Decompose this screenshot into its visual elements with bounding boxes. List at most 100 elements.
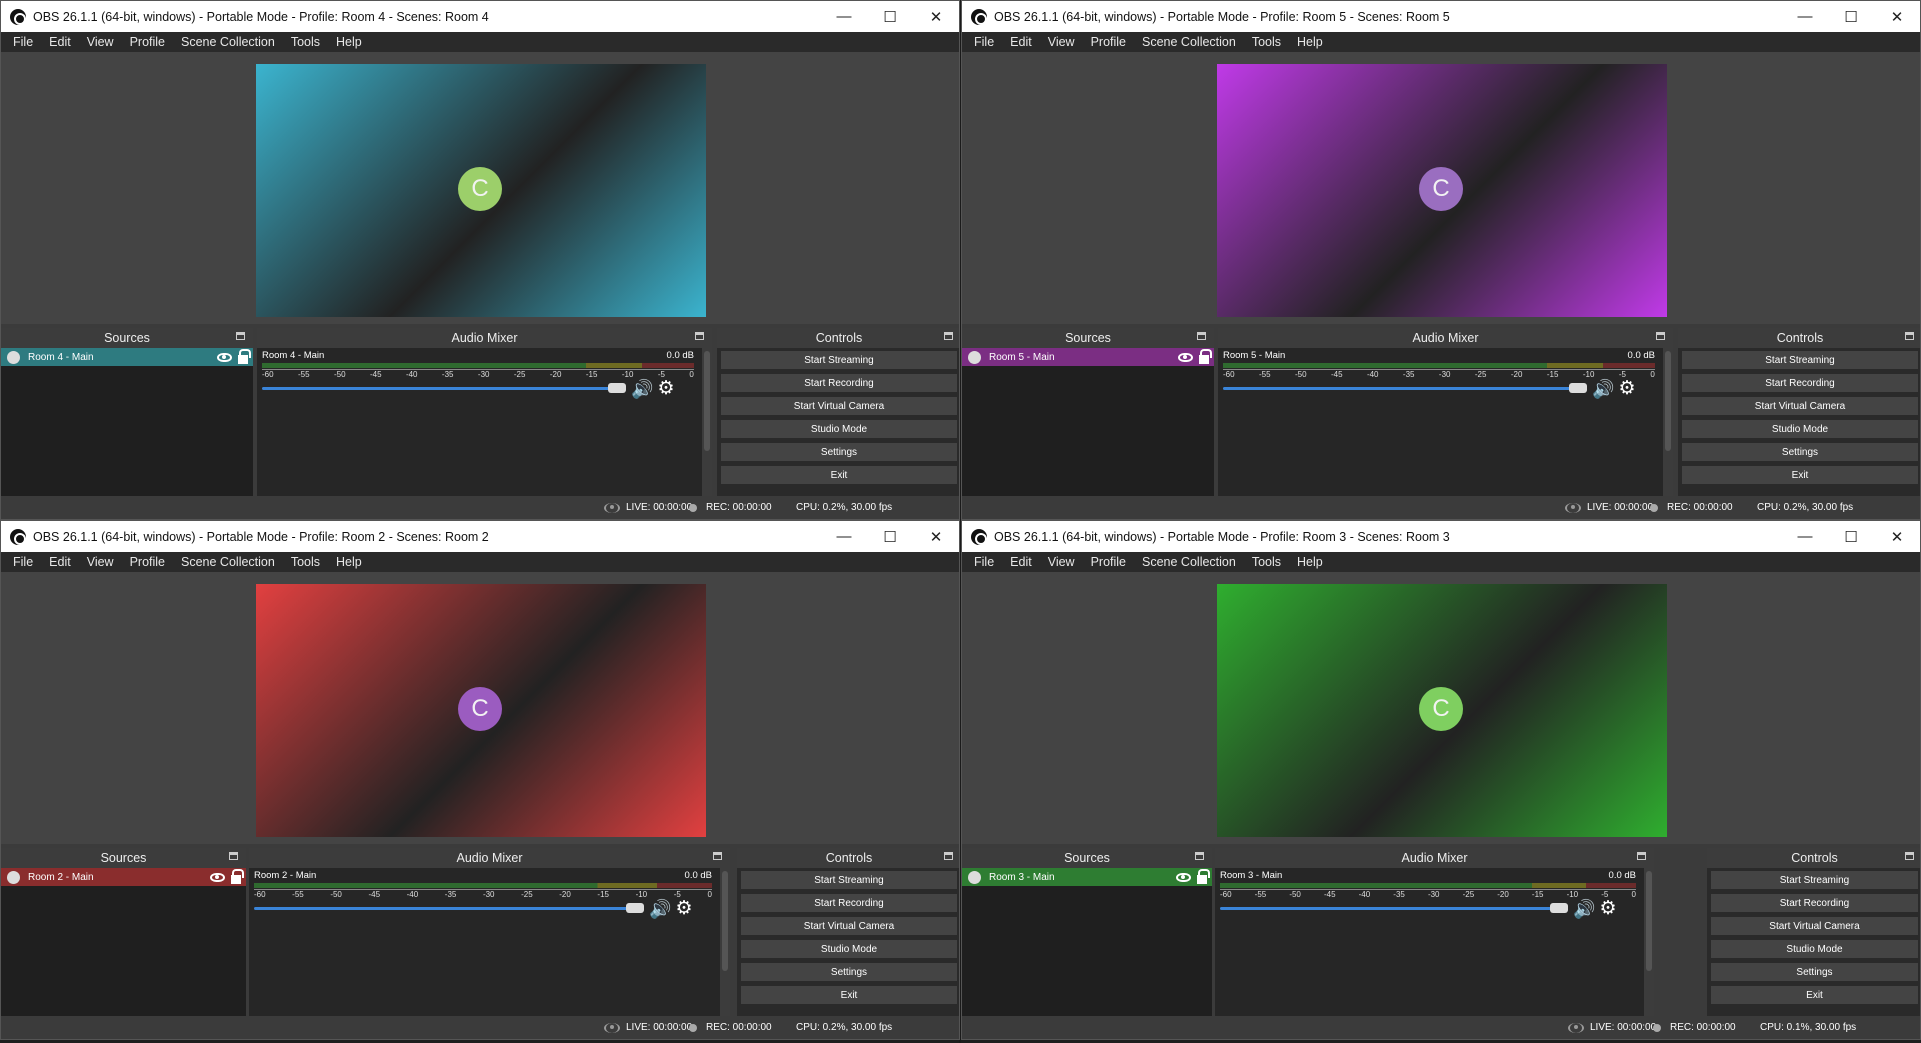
menu-profile[interactable]: Profile — [122, 35, 173, 49]
menu-edit[interactable]: Edit — [1002, 35, 1040, 49]
undock-icon[interactable] — [944, 852, 953, 860]
speaker-icon[interactable]: 🔊 — [649, 899, 671, 919]
close-button[interactable]: ✕ — [913, 1, 959, 32]
settings-button[interactable]: Settings — [1682, 443, 1918, 461]
undock-icon[interactable] — [1905, 852, 1914, 860]
maximize-button[interactable]: ☐ — [1828, 1, 1874, 32]
menu-file[interactable]: File — [5, 555, 41, 569]
studio-mode-button[interactable]: Studio Mode — [721, 420, 957, 438]
source-item[interactable]: Room 2 - Main — [1, 868, 246, 886]
gear-icon[interactable]: ⚙ — [1617, 379, 1637, 399]
menu-scene-collection[interactable]: Scene Collection — [1134, 555, 1244, 569]
volume-slider-track[interactable] — [1220, 907, 1561, 910]
visibility-eye-icon[interactable] — [217, 352, 232, 362]
menu-view[interactable]: View — [1040, 555, 1083, 569]
maximize-button[interactable]: ☐ — [1828, 521, 1874, 552]
minimize-button[interactable]: — — [821, 521, 867, 552]
speaker-icon[interactable]: 🔊 — [1573, 899, 1595, 919]
start-recording-button[interactable]: Start Recording — [1711, 894, 1918, 912]
obs-window[interactable]: OBS 26.1.1 (64-bit, windows) - Portable … — [0, 0, 960, 520]
scene-preview[interactable]: C — [256, 584, 706, 837]
menu-tools[interactable]: Tools — [1244, 35, 1289, 49]
settings-button[interactable]: Settings — [741, 963, 957, 981]
menu-help[interactable]: Help — [1289, 555, 1331, 569]
obs-window[interactable]: OBS 26.1.1 (64-bit, windows) - Portable … — [0, 520, 960, 1040]
exit-button[interactable]: Exit — [1682, 466, 1918, 484]
undock-icon[interactable] — [944, 332, 953, 340]
menu-file[interactable]: File — [966, 555, 1002, 569]
exit-button[interactable]: Exit — [721, 466, 957, 484]
volume-slider-track[interactable] — [262, 387, 619, 390]
volume-slider-handle[interactable] — [1569, 383, 1587, 393]
volume-slider-track[interactable] — [254, 907, 637, 910]
source-item[interactable]: Room 5 - Main — [962, 348, 1214, 366]
mixer-scrollbar[interactable] — [720, 868, 730, 1016]
volume-slider-handle[interactable] — [608, 383, 626, 393]
menu-edit[interactable]: Edit — [1002, 555, 1040, 569]
menu-help[interactable]: Help — [1289, 35, 1331, 49]
menu-file[interactable]: File — [966, 35, 1002, 49]
scene-preview[interactable]: C — [1217, 64, 1667, 317]
undock-icon[interactable] — [713, 852, 722, 860]
maximize-button[interactable]: ☐ — [867, 1, 913, 32]
start-streaming-button[interactable]: Start Streaming — [721, 351, 957, 369]
undock-icon[interactable] — [1197, 332, 1206, 340]
undock-icon[interactable] — [236, 332, 245, 340]
menu-help[interactable]: Help — [328, 35, 370, 49]
start-recording-button[interactable]: Start Recording — [721, 374, 957, 392]
start-virtual-camera-button[interactable]: Start Virtual Camera — [1682, 397, 1918, 415]
menu-view[interactable]: View — [79, 35, 122, 49]
start-virtual-camera-button[interactable]: Start Virtual Camera — [1711, 917, 1918, 935]
title-bar[interactable]: OBS 26.1.1 (64-bit, windows) - Portable … — [962, 1, 1920, 32]
undock-icon[interactable] — [1637, 852, 1646, 860]
menu-file[interactable]: File — [5, 35, 41, 49]
gear-icon[interactable]: ⚙ — [656, 379, 676, 399]
start-virtual-camera-button[interactable]: Start Virtual Camera — [741, 917, 957, 935]
close-button[interactable]: ✕ — [1874, 521, 1920, 552]
menu-scene-collection[interactable]: Scene Collection — [1134, 35, 1244, 49]
menu-edit[interactable]: Edit — [41, 35, 79, 49]
scene-preview[interactable]: C — [1217, 584, 1667, 837]
title-bar[interactable]: OBS 26.1.1 (64-bit, windows) - Portable … — [1, 521, 959, 552]
lock-icon[interactable] — [1199, 348, 1212, 364]
preview-area[interactable]: C — [1, 52, 959, 324]
obs-window[interactable]: OBS 26.1.1 (64-bit, windows) - Portable … — [961, 0, 1921, 520]
undock-icon[interactable] — [1905, 332, 1914, 340]
undock-icon[interactable] — [229, 852, 238, 860]
mixer-scrollbar[interactable] — [702, 348, 712, 496]
maximize-button[interactable]: ☐ — [867, 521, 913, 552]
menu-tools[interactable]: Tools — [283, 555, 328, 569]
studio-mode-button[interactable]: Studio Mode — [741, 940, 957, 958]
studio-mode-button[interactable]: Studio Mode — [1682, 420, 1918, 438]
scene-preview[interactable]: C — [256, 64, 706, 317]
mixer-scrollbar[interactable] — [1663, 348, 1673, 496]
close-button[interactable]: ✕ — [913, 521, 959, 552]
start-recording-button[interactable]: Start Recording — [741, 894, 957, 912]
menu-scene-collection[interactable]: Scene Collection — [173, 555, 283, 569]
lock-icon[interactable] — [1197, 868, 1210, 884]
visibility-eye-icon[interactable] — [210, 872, 225, 882]
minimize-button[interactable]: — — [1782, 1, 1828, 32]
lock-icon[interactable] — [231, 868, 244, 884]
title-bar[interactable]: OBS 26.1.1 (64-bit, windows) - Portable … — [1, 1, 959, 32]
exit-button[interactable]: Exit — [741, 986, 957, 1004]
minimize-button[interactable]: — — [1782, 521, 1828, 552]
preview-area[interactable]: C — [1, 572, 959, 844]
undock-icon[interactable] — [1656, 332, 1665, 340]
source-item[interactable]: Room 4 - Main — [1, 348, 253, 366]
lock-icon[interactable] — [238, 348, 251, 364]
speaker-icon[interactable]: 🔊 — [631, 379, 653, 399]
visibility-eye-icon[interactable] — [1176, 872, 1191, 882]
menu-tools[interactable]: Tools — [283, 35, 328, 49]
volume-slider-handle[interactable] — [1550, 903, 1568, 913]
studio-mode-button[interactable]: Studio Mode — [1711, 940, 1918, 958]
menu-view[interactable]: View — [79, 555, 122, 569]
menu-tools[interactable]: Tools — [1244, 555, 1289, 569]
preview-area[interactable]: C — [962, 52, 1920, 324]
menu-profile[interactable]: Profile — [1083, 35, 1134, 49]
title-bar[interactable]: OBS 26.1.1 (64-bit, windows) - Portable … — [962, 521, 1920, 552]
settings-button[interactable]: Settings — [1711, 963, 1918, 981]
menu-scene-collection[interactable]: Scene Collection — [173, 35, 283, 49]
volume-slider-track[interactable] — [1223, 387, 1580, 390]
close-button[interactable]: ✕ — [1874, 1, 1920, 32]
